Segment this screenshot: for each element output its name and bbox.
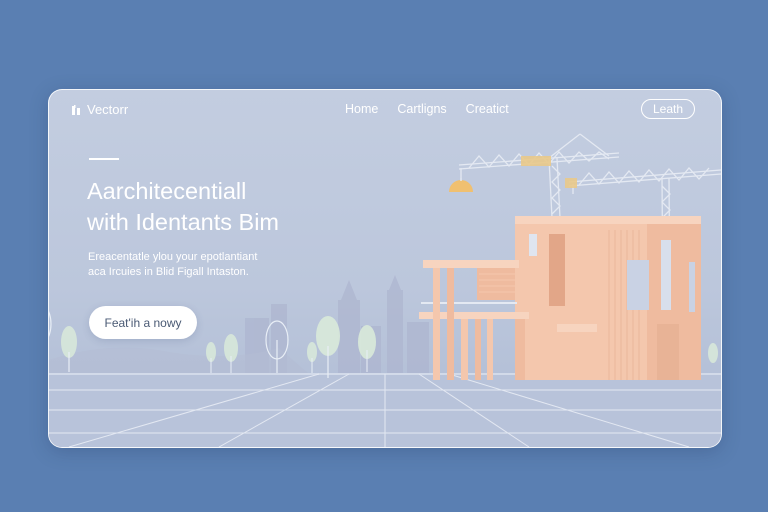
hero-headline: Aarchitecentiall with Identants Bim: [87, 176, 387, 238]
cta-button[interactable]: Feat'ih a nowy: [89, 306, 197, 339]
brand-name: Vectorr: [87, 102, 129, 117]
nav-link-cartligns[interactable]: Cartligns: [397, 102, 446, 116]
building: [419, 216, 701, 380]
nav-link-creatict[interactable]: Creatict: [466, 102, 509, 116]
brand-logo[interactable]: Vectorr: [71, 102, 128, 117]
nav-link-home[interactable]: Home: [345, 102, 378, 116]
nav-links: Home Cartligns Creatict: [345, 102, 509, 116]
top-nav: Vectorr Home Cartligns Creatict Leath: [49, 90, 721, 130]
hero-subtext: Ereacentatle ylou your epotlantiant aca …: [88, 250, 348, 280]
nav-action-button[interactable]: Leath: [641, 99, 695, 119]
headline-line-1: Aarchitecentiall: [87, 178, 247, 204]
logo-mark-icon: [72, 104, 80, 115]
accent-divider: [89, 158, 119, 160]
subtext-line-2: aca Ircuies in Blid Figall Intaston.: [88, 266, 249, 278]
subtext-line-1: Ereacentatle ylou your epotlantiant: [88, 251, 258, 263]
hero-card: Vectorr Home Cartligns Creatict Leath Aa…: [48, 89, 722, 448]
headline-line-2: with Identants Bim: [87, 209, 280, 235]
